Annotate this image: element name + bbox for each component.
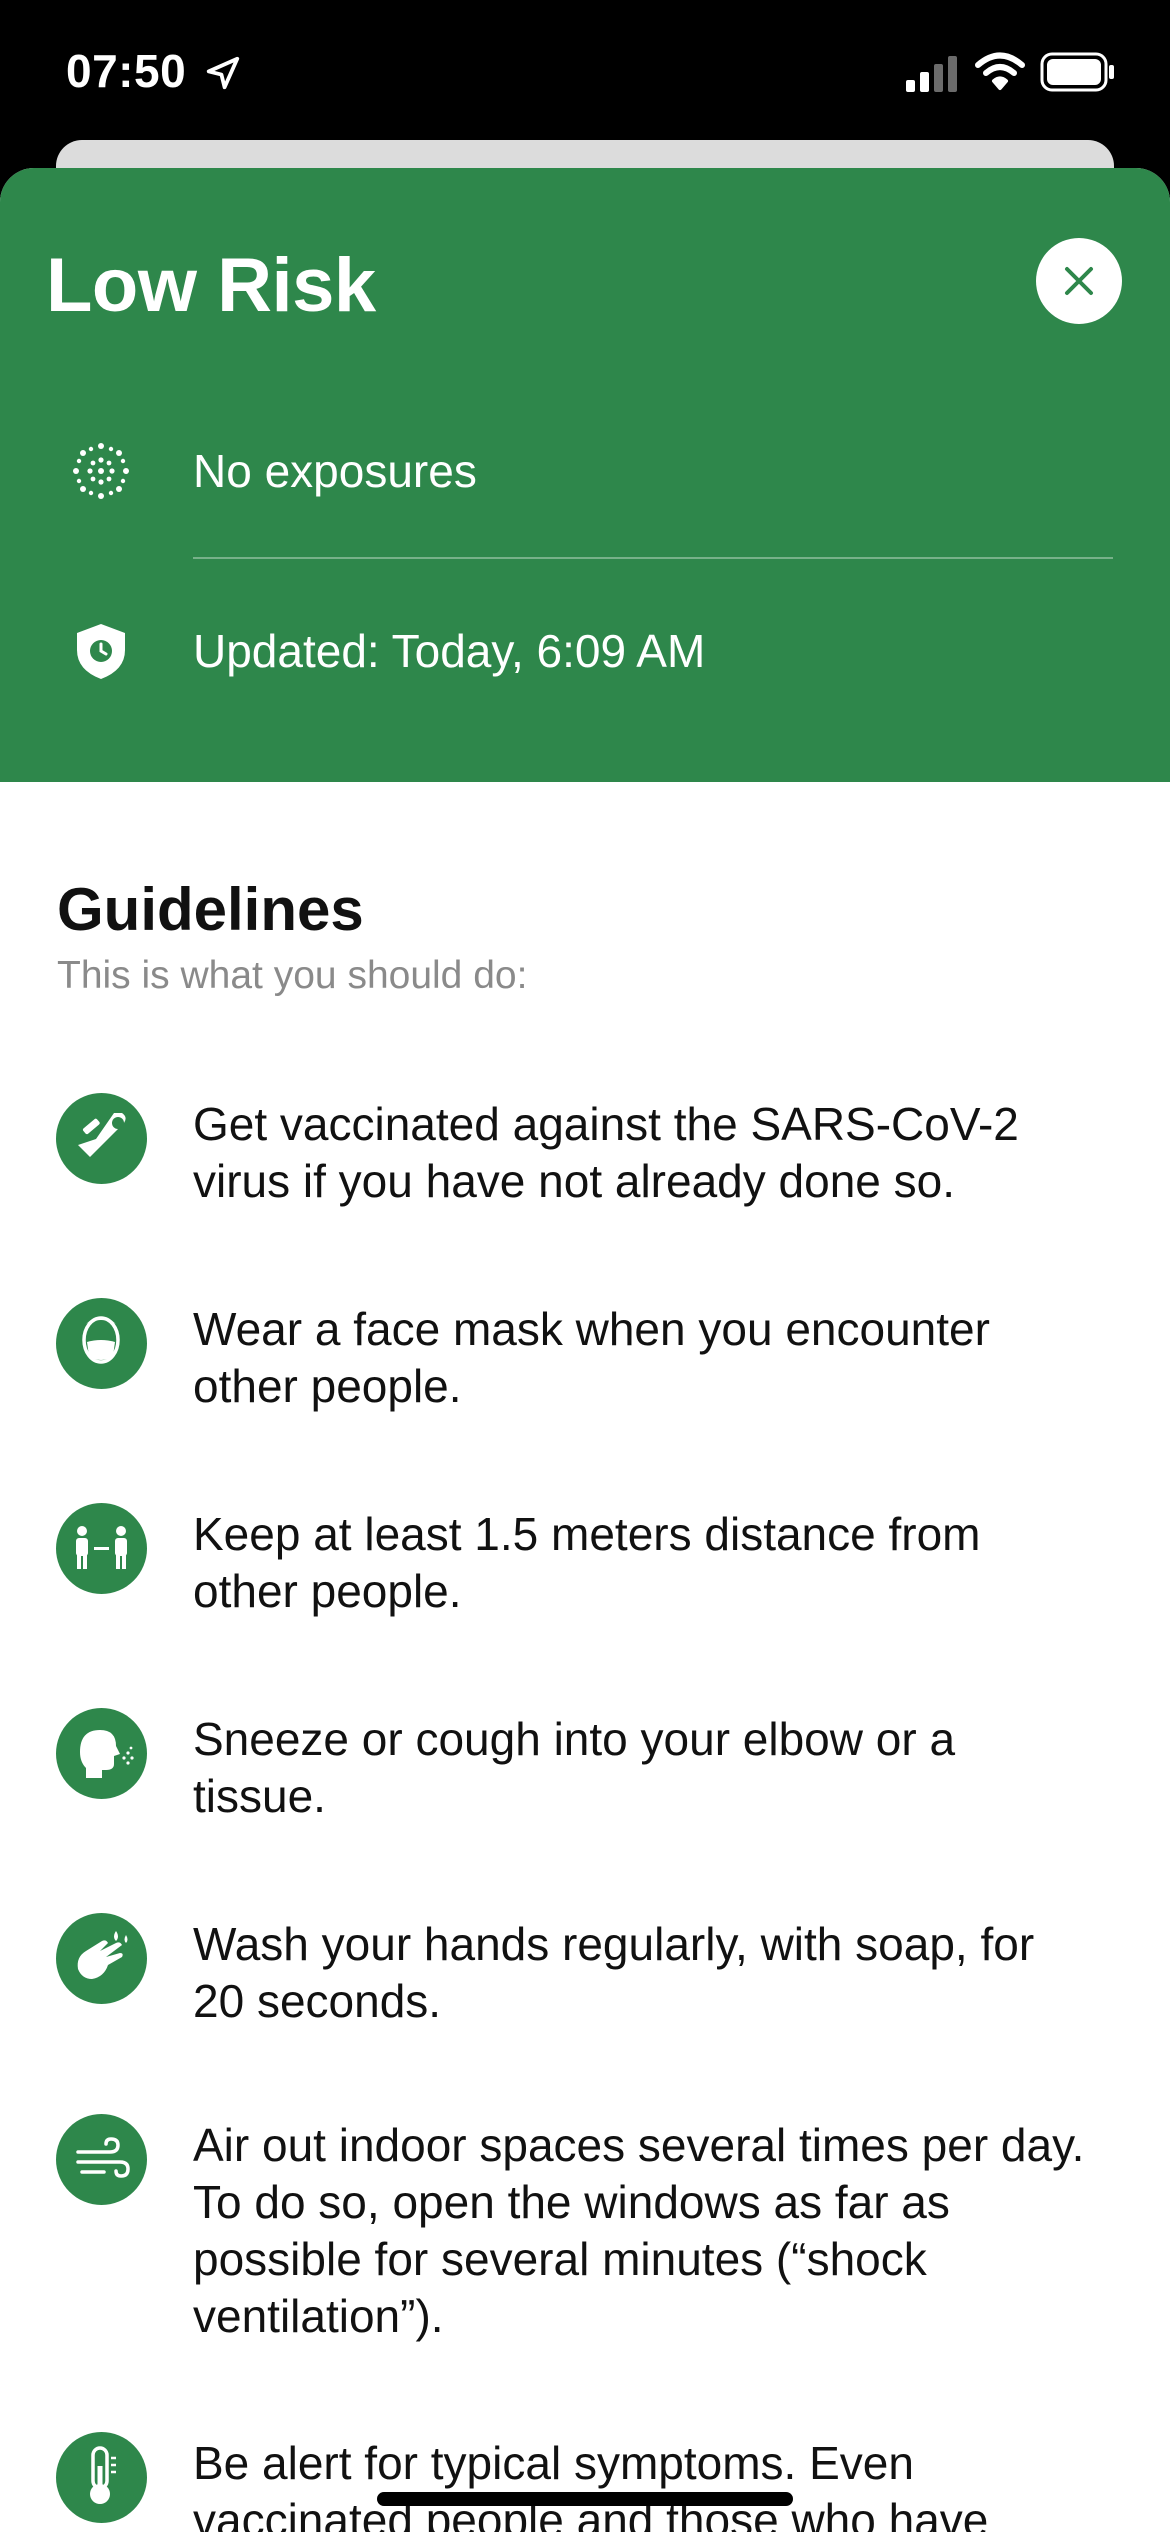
divider xyxy=(193,557,1113,559)
risk-status-header: Low Risk No exposures Updated: Today, 6:… xyxy=(0,168,1170,782)
sneeze-icon xyxy=(56,1708,147,1799)
updated-text: Updated: Today, 6:09 AM xyxy=(193,625,706,677)
shield-clock-icon xyxy=(70,620,132,682)
guidelines-subtitle: This is what you should do: xyxy=(57,954,528,997)
close-icon xyxy=(1065,267,1093,295)
updated-row: Updated: Today, 6:09 AM xyxy=(0,598,1170,698)
close-button[interactable] xyxy=(1036,238,1122,324)
distance-icon xyxy=(56,1503,147,1594)
guideline-text: Wash your hands regularly, with soap, fo… xyxy=(193,1918,1035,2027)
virus-exposure-icon xyxy=(70,440,132,502)
status-bar: 07:50 xyxy=(0,0,1170,140)
ventilation-icon xyxy=(56,2114,147,2205)
wifi-icon xyxy=(975,52,1025,92)
wash-hands-icon xyxy=(56,1913,147,2004)
guideline-text: Wear a face mask when you encounter othe… xyxy=(193,1303,990,1412)
exposures-text: No exposures xyxy=(193,445,477,497)
risk-detail-sheet: Low Risk No exposures Updated: Today, 6:… xyxy=(0,168,1170,2532)
face-mask-icon xyxy=(56,1298,147,1389)
status-time: 07:50 xyxy=(66,45,187,97)
guideline-text: Keep at least 1.5 meters distance from o… xyxy=(193,1508,981,1617)
battery-icon xyxy=(1040,52,1116,92)
cellular-signal-icon xyxy=(906,56,960,92)
guideline-text: Air out indoor spaces several times per … xyxy=(193,2119,1085,2342)
exposures-row: No exposures xyxy=(0,418,1170,518)
location-arrow-icon xyxy=(204,54,242,92)
risk-title: Low Risk xyxy=(46,243,376,328)
thermometer-icon xyxy=(56,2432,147,2523)
guideline-text: Get vaccinated against the SARS-CoV-2 vi… xyxy=(193,1098,1019,1207)
guideline-text: Sneeze or cough into your elbow or a tis… xyxy=(193,1713,956,1822)
vaccine-arm-icon xyxy=(56,1093,147,1184)
guidelines-title: Guidelines xyxy=(57,876,364,943)
home-indicator[interactable] xyxy=(377,2492,793,2506)
guideline-text: Be alert for typical symptoms. Even vacc… xyxy=(193,2437,989,2532)
